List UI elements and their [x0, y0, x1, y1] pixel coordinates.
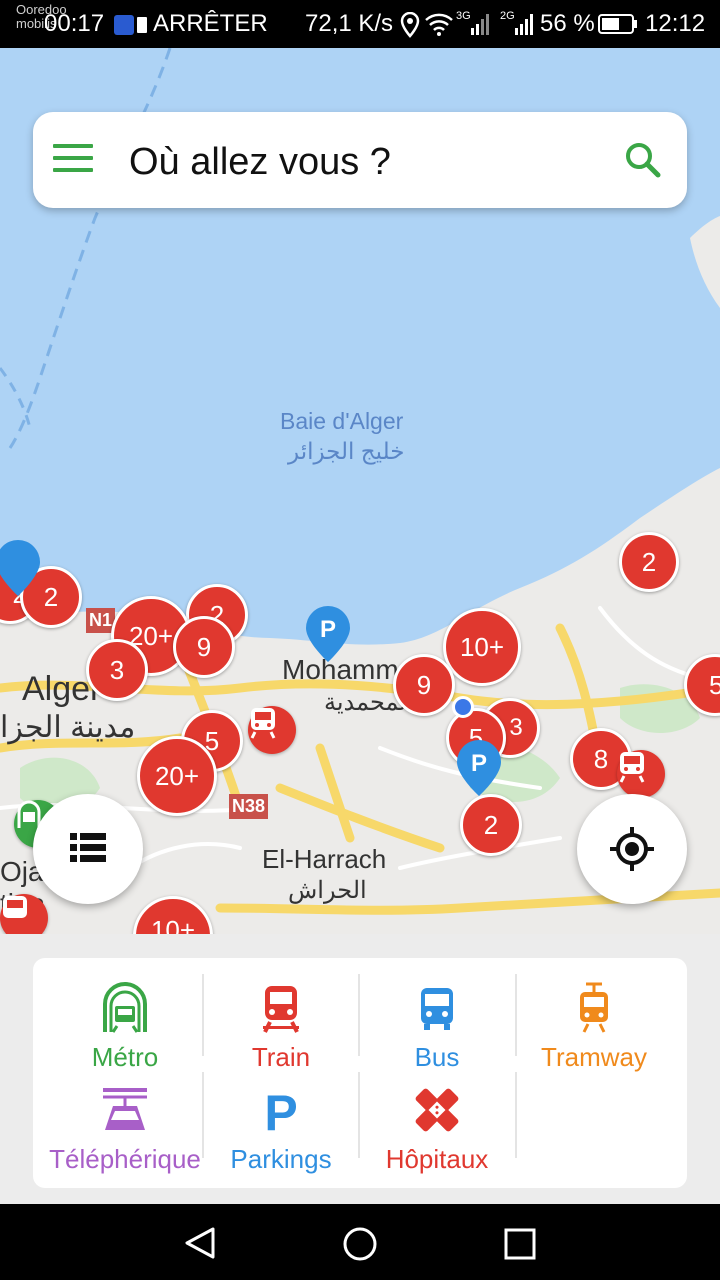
- battery-percentage: 56 %: [540, 10, 595, 37]
- train-icon: [250, 708, 276, 739]
- category-bus[interactable]: Bus: [359, 964, 515, 1072]
- crosshair-icon: [610, 827, 654, 871]
- stop-cluster[interactable]: 3: [86, 639, 148, 701]
- cable-car-icon: [103, 1088, 147, 1130]
- category-parkings[interactable]: P Parkings: [203, 1066, 359, 1174]
- map-label-harrach-ar: الحراش: [288, 877, 367, 904]
- clock: 12:12: [645, 10, 706, 37]
- map-label-bay-ar: خليج الجزائر: [288, 438, 405, 464]
- network-3g-label: 3G: [456, 10, 471, 22]
- screen-record-icon: [114, 15, 147, 35]
- stop-cluster[interactable]: 20+: [137, 736, 217, 816]
- parking-pin[interactable]: P: [304, 604, 352, 664]
- svg-text:P: P: [264, 1085, 297, 1136]
- category-tramway[interactable]: Tramway: [516, 964, 672, 1072]
- category-metro[interactable]: Métro: [47, 964, 203, 1072]
- metro-icon: [103, 982, 147, 1033]
- stop-cluster[interactable]: 2: [619, 532, 679, 592]
- recents-icon[interactable]: [504, 1228, 536, 1260]
- category-train[interactable]: Train: [203, 964, 359, 1072]
- home-icon[interactable]: [342, 1226, 378, 1262]
- train-icon: [619, 752, 645, 783]
- stop-cluster[interactable]: 9: [393, 654, 455, 716]
- wifi-icon: [425, 13, 453, 36]
- search-bar[interactable]: Où allez vous ?: [33, 112, 687, 208]
- svg-text:P: P: [320, 616, 336, 643]
- stop-cluster[interactable]: 10+: [443, 608, 521, 686]
- battery-icon: [598, 14, 637, 34]
- hospital-icon: [415, 1088, 459, 1132]
- map-label-alger-ar: مدينة الجزا: [0, 711, 136, 744]
- signal-3g-icon: [471, 14, 489, 35]
- search-input[interactable]: Où allez vous ?: [129, 140, 391, 184]
- system-nav-bar: [0, 1204, 720, 1280]
- my-location-button[interactable]: [577, 794, 687, 904]
- train-icon: [3, 896, 27, 918]
- train-icon: [263, 986, 299, 1033]
- bus-icon: [421, 988, 453, 1030]
- svg-text:P: P: [471, 750, 487, 777]
- category-label: Tramway: [541, 1042, 647, 1072]
- search-icon[interactable]: [623, 140, 663, 180]
- parking-pin[interactable]: P: [455, 738, 503, 798]
- list-view-button[interactable]: [33, 794, 143, 904]
- location-icon: [400, 12, 420, 38]
- network-speed: 72,1 K/s: [305, 10, 394, 37]
- parking-pin[interactable]: [0, 538, 42, 598]
- list-icon: [70, 833, 106, 862]
- map-label-bay-fr: Baie d'Alger: [280, 408, 404, 434]
- stop-cluster[interactable]: 9: [173, 616, 235, 678]
- train-station-pin[interactable]: [0, 894, 48, 934]
- category-label: Téléphérique: [49, 1144, 201, 1174]
- tramway-icon: [580, 982, 608, 1033]
- map-label-harrach: El-Harrach: [262, 844, 387, 874]
- network-2g-label: 2G: [500, 10, 515, 22]
- status-time: 00:17: [44, 10, 105, 37]
- back-icon[interactable]: [183, 1226, 217, 1260]
- category-label: Hôpitaux: [385, 1144, 489, 1174]
- stop-cluster[interactable]: 2: [460, 794, 522, 856]
- category-panel: Métro Train Bus Tramway Téléphérique P P…: [33, 958, 687, 1188]
- current-location-dot: [452, 696, 474, 718]
- train-station-pin[interactable]: [248, 706, 296, 754]
- road-badge-n38: N38: [229, 794, 269, 819]
- status-bar: Ooredoo mobilis 00:17 ARRÊTER 72,1 K/s 3…: [0, 0, 720, 48]
- category-label: Parkings: [230, 1144, 332, 1174]
- parking-icon: P: [264, 1085, 297, 1136]
- stop-recording-button[interactable]: ARRÊTER: [153, 10, 268, 38]
- category-cable-car[interactable]: Téléphérique: [47, 1066, 203, 1174]
- signal-2g-icon: [515, 14, 533, 35]
- category-hospitals[interactable]: Hôpitaux: [359, 1066, 515, 1174]
- train-station-pin[interactable]: [617, 750, 665, 798]
- hamburger-menu-icon[interactable]: [51, 140, 95, 180]
